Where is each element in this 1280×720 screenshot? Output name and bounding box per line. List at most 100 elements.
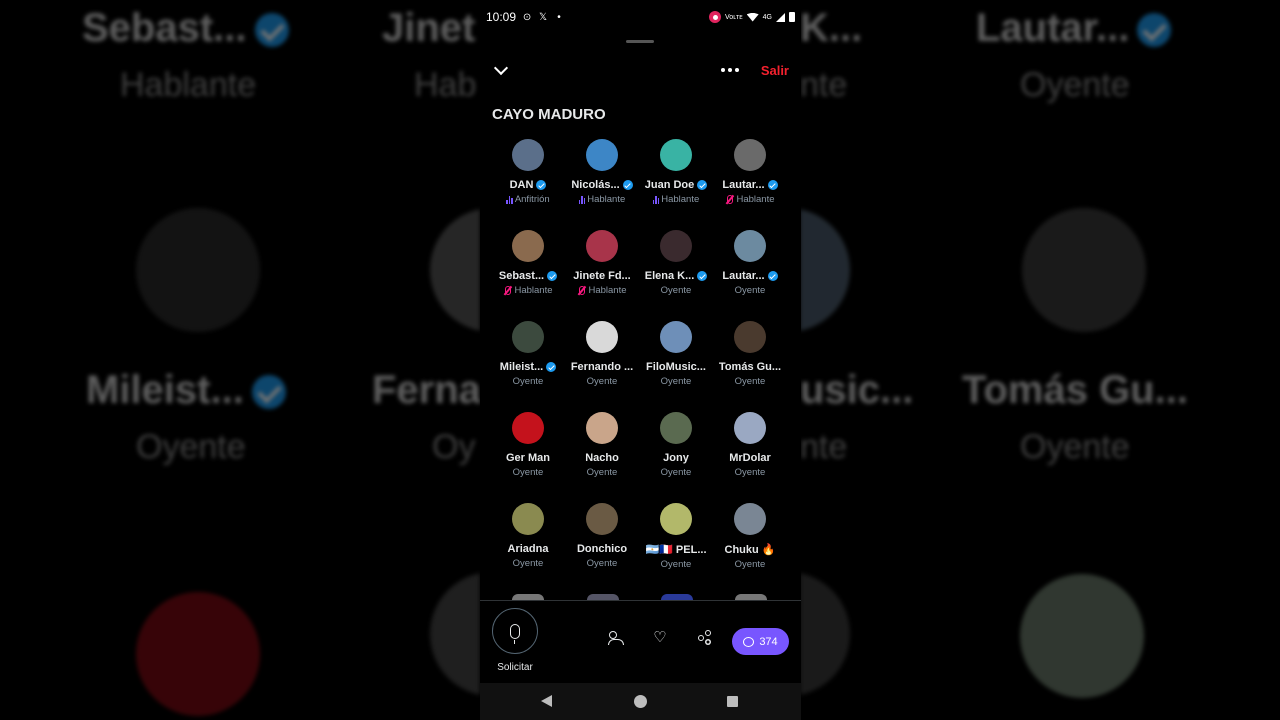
bg-role: Oy [432, 428, 476, 466]
participant-role-text: Oyente [660, 467, 692, 478]
bg-avatar [800, 208, 850, 332]
verified-icon [536, 180, 547, 190]
participant-role-text: Oyente [660, 376, 692, 387]
participant-name-text: Nacho [585, 452, 619, 464]
bg-avatar [800, 572, 850, 696]
participant-name-text: Sebast... [498, 270, 545, 282]
background-right: K... nte Lautar... Oyente usic... nte To… [800, 0, 1280, 720]
participant-role: Anfitrión [491, 194, 565, 205]
participant-name: Tomás Gu... [713, 361, 787, 373]
avatar [734, 412, 766, 444]
participant-role: Hablante [639, 194, 713, 205]
avatar [734, 139, 766, 171]
participant-name-text: Ger Man [505, 452, 550, 464]
recents-icon[interactable] [727, 696, 738, 707]
participant-name: Lautar... [713, 270, 787, 282]
participant[interactable]: MrDolar Oyente [713, 410, 787, 478]
avatar [660, 503, 692, 535]
participant[interactable]: FiloMusic... Oyente [639, 319, 713, 387]
avatar [660, 139, 692, 171]
participant-name: Donchico [565, 543, 639, 555]
participant-role: Oyente [639, 467, 713, 478]
chat-count: 374 [759, 635, 778, 648]
participant-role: Oyente [565, 376, 639, 387]
exit-button[interactable]: Salir [761, 63, 789, 78]
participant[interactable]: Jony Oyente [639, 410, 713, 478]
participant[interactable]: Ger Man Oyente [491, 410, 565, 478]
participant[interactable]: DAN Anfitrión [491, 137, 565, 205]
bg-name: Tomás Gu... [962, 368, 1188, 412]
avatar [734, 230, 766, 262]
participant-role-text: Oyente [586, 376, 618, 387]
participant[interactable]: Donchico Oyente [565, 501, 639, 569]
avatar [512, 412, 544, 444]
space-header: Salir [480, 56, 801, 84]
participant[interactable]: Juan Doe Hablante [639, 137, 713, 205]
participant-role: Oyente [639, 559, 713, 570]
verified-icon [254, 13, 289, 48]
network-label: 4G [762, 13, 772, 21]
participant-name: Chuku 🔥 [713, 543, 787, 556]
back-icon[interactable] [541, 695, 552, 707]
bg-name: Jinet [382, 6, 476, 50]
speaking-icon [506, 195, 513, 204]
participant[interactable]: Jinete Fd... Hablante [565, 228, 639, 296]
bg-name: Ferna [372, 368, 480, 412]
speaking-icon [652, 195, 660, 204]
bg-role: Hablante [120, 66, 257, 104]
chevron-down-icon[interactable] [493, 60, 509, 76]
verified-icon [767, 180, 778, 190]
participant-name: Elena K... [639, 270, 713, 282]
bg-role: Hab [414, 66, 477, 104]
participant-role: Oyente [713, 467, 787, 478]
participant-role-text: Oyente [734, 467, 766, 478]
participant-role: Oyente [565, 558, 639, 569]
participant-role: Oyente [491, 467, 565, 478]
participant[interactable]: Mileist... Oyente [491, 319, 565, 387]
participant[interactable]: Elena K... Oyente [639, 228, 713, 296]
bg-role: nte [800, 428, 848, 466]
people-icon[interactable] [608, 630, 624, 646]
heart-plus-icon[interactable]: ♡ [652, 630, 668, 646]
participant[interactable]: Chuku 🔥 Oyente [713, 501, 787, 570]
status-time: 10:09 [486, 10, 517, 24]
participant[interactable]: Ariadna Oyente [491, 501, 565, 569]
bg-avatar [136, 208, 260, 332]
participant-role-text: Hablante [661, 194, 700, 205]
participant[interactable]: Sebast... Hablante [491, 228, 565, 296]
home-icon[interactable] [634, 695, 647, 708]
participant-name: Juan Doe [639, 179, 713, 191]
participant[interactable]: Tomás Gu... Oyente [713, 319, 787, 387]
microphone-icon [510, 623, 520, 644]
verified-icon [1137, 13, 1172, 48]
participant[interactable]: Lautar... Hablante [713, 137, 787, 205]
participant-role-text: Oyente [512, 558, 544, 569]
participant-role-text: Oyente [660, 559, 692, 570]
share-icon[interactable] [696, 630, 712, 646]
drag-handle[interactable] [626, 40, 654, 43]
status-icons: Voʟᴛᴇ 4G [709, 11, 795, 23]
participant[interactable]: Lautar... Oyente [713, 228, 787, 296]
more-icon[interactable] [720, 68, 739, 72]
participant-name-text: Lautar... [722, 270, 765, 282]
participant-name: Ariadna [491, 543, 565, 555]
participant-name-text: Mileist... [499, 361, 544, 373]
speaking-icon [578, 195, 586, 204]
wifi-icon [746, 12, 759, 22]
participant[interactable]: 🇦🇷🇫🇷 PEL... Oyente [639, 501, 713, 570]
participant-role: Oyente [565, 467, 639, 478]
participant-role-text: Anfitrión [514, 194, 550, 205]
bg-role: nte [800, 66, 848, 104]
participant-role: Oyente [713, 376, 787, 387]
participant-name: MrDolar [713, 452, 787, 464]
participant[interactable]: Fernando ... Oyente [565, 319, 639, 387]
verified-icon [622, 180, 633, 190]
chat-button[interactable]: 374 [732, 628, 789, 655]
participant-role: Oyente [713, 559, 787, 570]
avatar [586, 230, 618, 262]
request-mic-button[interactable] [492, 608, 538, 654]
participant-name: 🇦🇷🇫🇷 PEL... [639, 543, 713, 556]
participant[interactable]: Nicolás... Hablante [565, 137, 639, 205]
participant[interactable]: Nacho Oyente [565, 410, 639, 478]
participant-name: Nicolás... [565, 179, 639, 191]
